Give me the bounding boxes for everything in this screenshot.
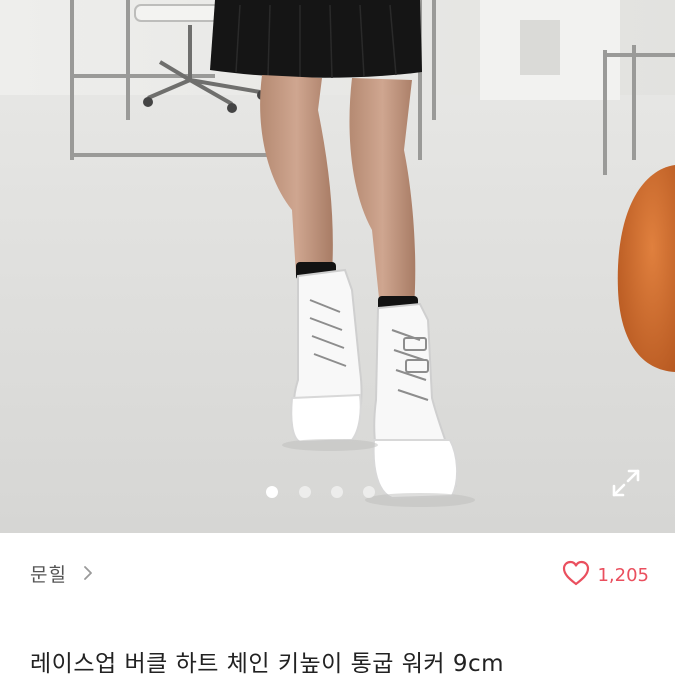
product-image[interactable] <box>0 0 675 533</box>
expand-icon[interactable] <box>611 468 641 498</box>
product-title: 레이스업 버클 하트 체인 키높이 통굽 워커 9cm <box>30 651 505 677</box>
carousel-indicators <box>0 486 675 500</box>
product-photo <box>0 0 675 533</box>
seller-name: 문힐 <box>30 564 67 586</box>
carousel-dot-4[interactable] <box>363 486 375 498</box>
seller-link[interactable]: 문힐 <box>30 560 93 587</box>
heart-outline-icon <box>561 559 591 591</box>
chevron-right-icon <box>83 565 93 584</box>
carousel-dot-2[interactable] <box>299 486 311 498</box>
carousel-dot-3[interactable] <box>331 486 343 498</box>
like-count: 1,205 <box>597 564 649 586</box>
carousel-dot-1[interactable] <box>266 486 278 498</box>
like-button[interactable]: 1,205 <box>561 559 649 591</box>
